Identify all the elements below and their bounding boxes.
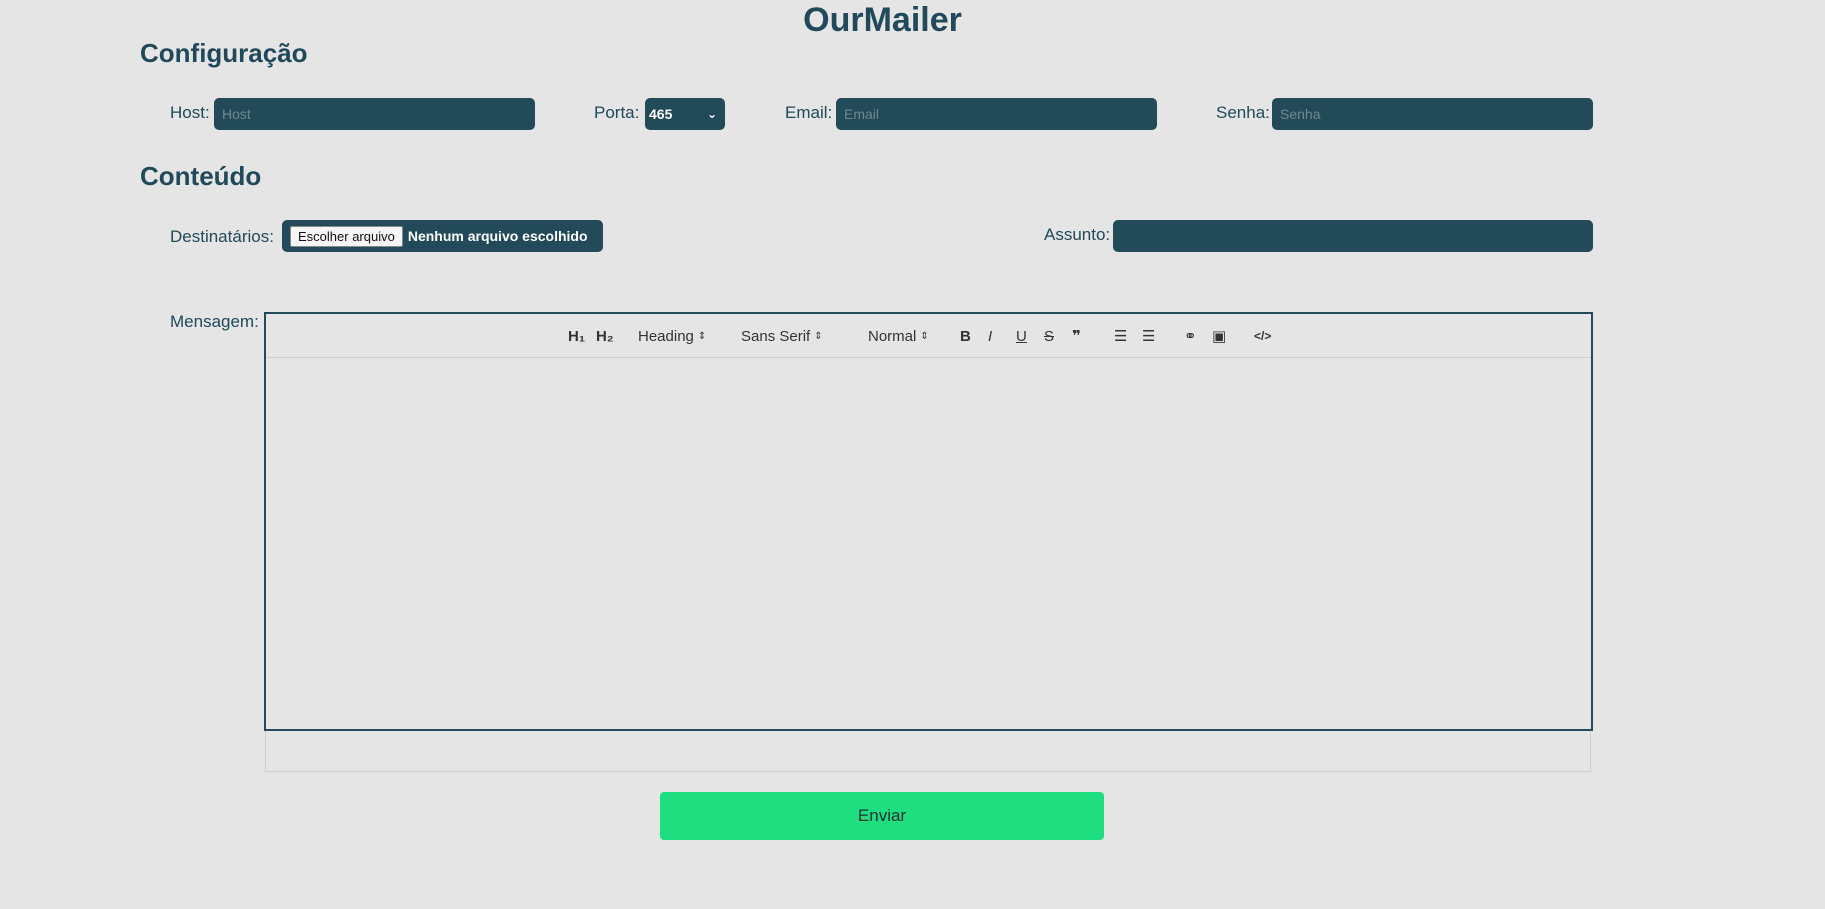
recipients-label: Destinatários: <box>170 227 274 246</box>
strike-button[interactable]: S <box>1044 326 1054 346</box>
bullet-list-button[interactable]: ☰ <box>1142 326 1155 346</box>
send-button[interactable]: Enviar <box>660 792 1104 840</box>
h1-button[interactable]: H₁ <box>568 326 585 346</box>
chevron-updown-icon: ⇕ <box>697 330 707 342</box>
port-label: Porta: <box>594 103 640 122</box>
editor-toolbar: H₁ H₂ Heading ⇕ Sans Serif ⇕ Normal ⇕ B I U… <box>266 314 1591 358</box>
quote-button[interactable]: ❞ <box>1072 326 1081 346</box>
content-title: Conteúdo <box>140 161 262 191</box>
subject-label: Assunto: <box>1044 225 1111 244</box>
chevron-updown-icon: ⇕ <box>814 330 823 342</box>
code-icon: </> <box>1254 329 1272 343</box>
host-input[interactable] <box>214 98 535 130</box>
quote-icon: ❞ <box>1072 328 1081 345</box>
editor-footer <box>265 731 1591 772</box>
password-input[interactable] <box>1272 98 1593 130</box>
bold-button[interactable]: B <box>960 326 971 346</box>
choose-file-button[interactable]: Escolher arquivo <box>290 225 403 247</box>
heading-select[interactable]: Heading ⇕ <box>638 326 706 346</box>
image-icon: ▣ <box>1212 328 1227 345</box>
chevron-down-icon: ⌄ <box>706 107 717 121</box>
message-editor[interactable]: H₁ H₂ Heading ⇕ Sans Serif ⇕ Normal ⇕ B I U… <box>264 312 1593 731</box>
size-select-label: Normal <box>868 327 917 345</box>
recipients-file-input[interactable]: Escolher arquivo Nenhum arquivo escolhid… <box>282 220 603 252</box>
h2-icon: H₂ <box>596 327 614 345</box>
bullet-list-icon: ☰ <box>1142 328 1156 345</box>
ordered-list-icon: ☰ <box>1114 328 1128 345</box>
password-label: Senha: <box>1216 103 1270 122</box>
size-select[interactable]: Normal ⇕ <box>868 326 929 346</box>
ordered-list-button[interactable]: ☰ <box>1114 326 1127 346</box>
email-input[interactable] <box>836 98 1157 130</box>
message-label: Mensagem: <box>170 312 259 331</box>
port-value: 465 <box>649 106 673 122</box>
email-label: Email: <box>785 103 833 122</box>
font-select[interactable]: Sans Serif ⇕ <box>741 326 823 346</box>
underline-button[interactable]: U <box>1016 326 1027 346</box>
config-title: Configuração <box>140 38 308 68</box>
italic-icon: I <box>988 327 993 345</box>
h1-icon: H₁ <box>568 327 586 345</box>
chevron-updown-icon: ⇕ <box>920 330 929 342</box>
image-button[interactable]: ▣ <box>1212 326 1226 346</box>
strike-icon: S <box>1044 327 1055 345</box>
heading-select-label: Heading <box>638 327 694 345</box>
host-label: Host: <box>170 103 210 122</box>
bold-icon: B <box>960 327 971 345</box>
italic-button[interactable]: I <box>988 326 992 346</box>
app-title: OurMailer <box>803 1 962 39</box>
link-button[interactable]: ⚭ <box>1184 326 1197 346</box>
h2-button[interactable]: H₂ <box>596 326 614 346</box>
port-select[interactable]: 465 ⌄ <box>645 98 725 130</box>
underline-icon: U <box>1016 327 1027 345</box>
code-button[interactable]: </> <box>1254 326 1271 346</box>
link-icon: ⚭ <box>1184 328 1197 345</box>
subject-input[interactable] <box>1113 220 1593 252</box>
font-select-label: Sans Serif <box>741 327 811 345</box>
file-status: Nenhum arquivo escolhido <box>407 228 588 244</box>
